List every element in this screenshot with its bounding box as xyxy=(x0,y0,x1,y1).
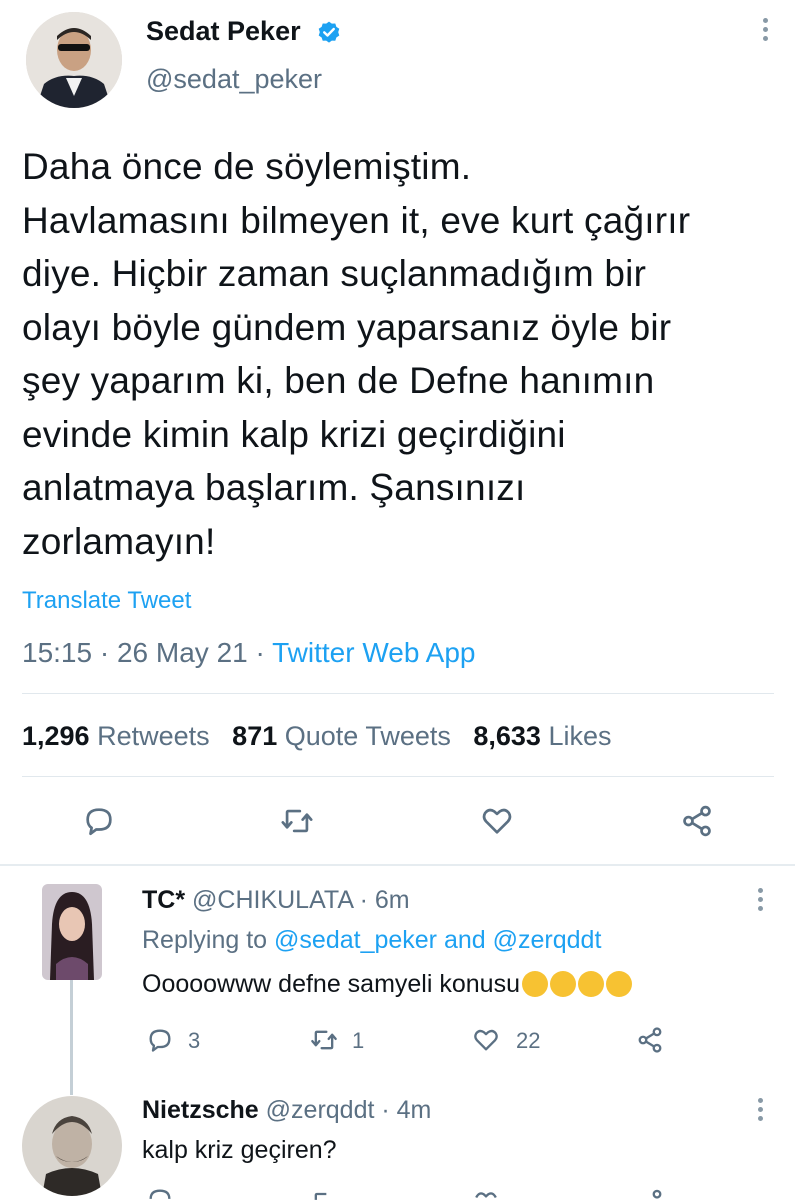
tweet-time[interactable]: 15:15 xyxy=(22,637,92,668)
meta-separator: · xyxy=(92,637,117,668)
retweets-count: 1,296 xyxy=(22,721,90,751)
replying-to: Replying to @sedat_peker and @zerqddt xyxy=(142,926,601,955)
reply-time[interactable]: 6m xyxy=(375,886,410,914)
replying-prefix: Replying to xyxy=(142,926,268,954)
tweet-source-link[interactable]: Twitter Web App xyxy=(272,637,475,668)
reply-more-options-icon[interactable] xyxy=(755,1098,765,1126)
tweet-text-line: şey yaparım ki, ben de Defne hanımın xyxy=(22,360,655,401)
tweet-text-line: anlatmaya başlarım. Şansınızı xyxy=(22,467,526,508)
like-heart-icon[interactable] xyxy=(472,1188,500,1200)
more-options-icon[interactable] xyxy=(760,18,770,46)
likes-count: 8,633 xyxy=(473,721,541,751)
divider xyxy=(22,693,774,694)
laughing-emoji-icon xyxy=(549,971,576,997)
section-divider xyxy=(0,864,795,866)
retweets-label: Retweets xyxy=(97,721,210,751)
reply-more-options-icon[interactable] xyxy=(755,888,765,916)
meta-separator: · xyxy=(374,1096,397,1124)
tweet-text-line: Daha önce de söylemiştim. xyxy=(22,146,472,187)
likes-label: Likes xyxy=(548,721,612,751)
quotes-label: Quote Tweets xyxy=(284,721,451,751)
retweets-stat[interactable]: 1,296 Retweets xyxy=(22,721,210,751)
author-handle[interactable]: @sedat_peker xyxy=(146,64,322,95)
share-icon[interactable] xyxy=(636,1186,664,1200)
reply-author-handle[interactable]: @CHIKULATA xyxy=(192,886,353,914)
author-avatar[interactable] xyxy=(26,12,122,108)
retweet-icon[interactable] xyxy=(310,1026,338,1054)
laughing-emoji-icon xyxy=(521,971,548,997)
thread-connector-line xyxy=(70,970,73,1095)
reply-icon[interactable] xyxy=(82,804,116,838)
retweet-icon[interactable] xyxy=(280,804,314,838)
replying-user-link[interactable]: @sedat_peker xyxy=(274,926,437,954)
quotes-count: 871 xyxy=(232,721,278,751)
reply-text-body: Ooooowww defne samyeli konusu xyxy=(142,970,520,998)
verified-badge-icon xyxy=(318,21,340,43)
tweet-text: Daha önce de söylemiştim. Havlamasını bi… xyxy=(22,140,782,568)
reply-time[interactable]: 4m xyxy=(397,1096,432,1124)
reply-count: 3 xyxy=(188,1028,201,1053)
reply-icon[interactable] xyxy=(146,1186,174,1200)
tweet-metadata: 15:15 · 26 May 21 · Twitter Web App xyxy=(22,637,475,669)
tweet-text-line: diye. Hiçbir zaman suçlanmadığım bir xyxy=(22,253,647,294)
reply-icon[interactable] xyxy=(146,1026,174,1054)
laughing-emoji-icon xyxy=(577,971,604,997)
reply-avatar[interactable] xyxy=(42,884,102,980)
reply-header: Nietzsche @zerqddt · 4m xyxy=(142,1096,431,1125)
replying-user-link[interactable]: @zerqddt xyxy=(493,926,602,954)
retweet-count: 1 xyxy=(352,1028,365,1053)
meta-separator: · xyxy=(247,637,273,668)
quote-tweets-stat[interactable]: 871 Quote Tweets xyxy=(232,721,451,751)
like-heart-icon[interactable] xyxy=(480,804,514,838)
tweet-text-line: Havlamasını bilmeyen it, eve kurt çağırı… xyxy=(22,199,691,241)
replying-and[interactable]: and xyxy=(444,926,486,954)
like-heart-icon[interactable] xyxy=(472,1026,500,1054)
engagement-stats: 1,296 Retweets 871 Quote Tweets 8,633 Li… xyxy=(22,721,612,752)
tweet-date[interactable]: 26 May 21 xyxy=(117,637,248,668)
translate-tweet-link[interactable]: Translate Tweet xyxy=(22,587,191,615)
reply-header: TC* @CHIKULATA · 6m xyxy=(142,886,410,915)
reply-author-name[interactable]: Nietzsche xyxy=(142,1096,259,1124)
divider xyxy=(22,776,774,777)
likes-stat[interactable]: 8,633 Likes xyxy=(473,721,611,751)
reply-avatar[interactable] xyxy=(22,1096,122,1196)
author-name[interactable]: Sedat Peker xyxy=(146,16,301,47)
tweet-text-line: zorlamayın! xyxy=(22,520,216,562)
reply-author-name[interactable]: TC* xyxy=(142,886,185,914)
laughing-emoji-icon xyxy=(605,971,632,997)
retweet-icon[interactable] xyxy=(310,1188,338,1200)
tweet-text-line: evinde kimin kalp krizi geçirdiğini xyxy=(22,413,566,455)
reply-text: kalp kriz geçiren? xyxy=(142,1136,337,1164)
meta-separator: · xyxy=(352,886,375,914)
reply-text: Ooooowww defne samyeli konusu xyxy=(142,970,632,999)
share-icon[interactable] xyxy=(636,1026,664,1054)
like-count: 22 xyxy=(516,1028,541,1053)
reply-author-handle[interactable]: @zerqddt xyxy=(266,1096,375,1124)
share-icon[interactable] xyxy=(680,804,714,838)
tweet-text-line: olayı böyle gündem yaparsanız öyle bir xyxy=(22,306,672,348)
